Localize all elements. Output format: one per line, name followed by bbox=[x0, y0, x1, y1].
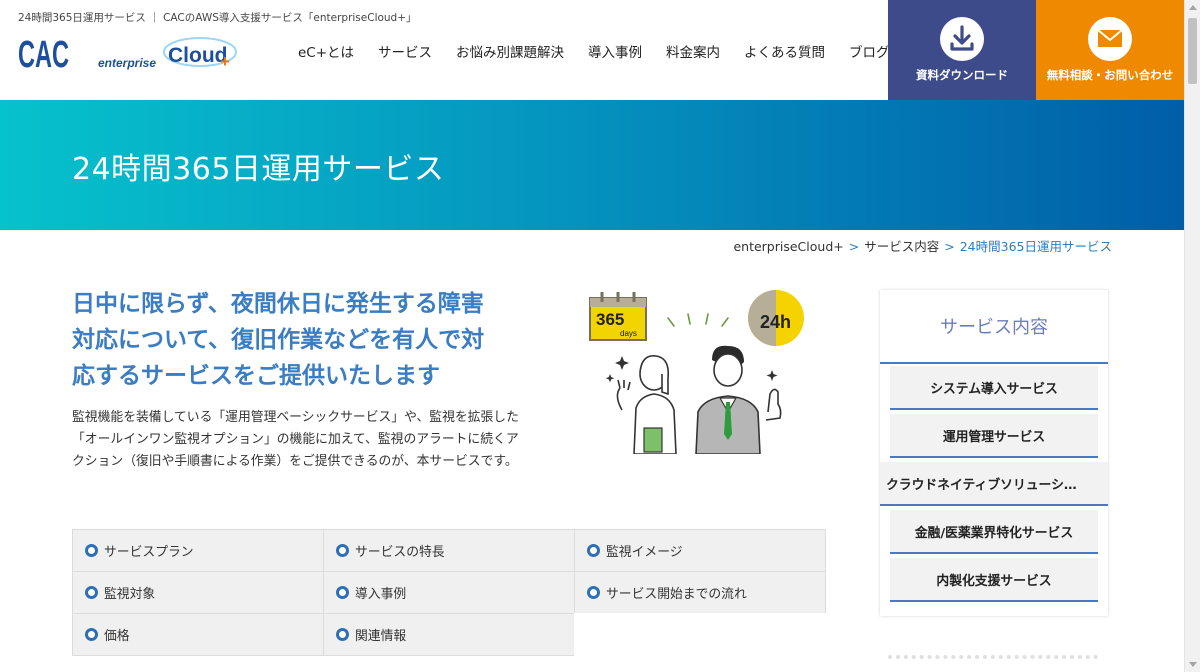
link-row: サービスプラン サービスの特長 監視イメージ bbox=[72, 529, 828, 572]
woman-figure bbox=[616, 355, 677, 454]
link-price[interactable]: 価格 bbox=[72, 613, 324, 656]
calendar-caption: days bbox=[620, 329, 637, 338]
download-label: 資料ダウンロード bbox=[916, 68, 1008, 82]
mail-icon bbox=[1088, 17, 1132, 61]
enterprise-cloud-logo[interactable]: enterprise Cloud + bbox=[96, 34, 238, 74]
link-label: 関連情報 bbox=[355, 629, 407, 644]
breadcrumb-current: 24時間365日運用サービス bbox=[959, 239, 1112, 254]
man-figure bbox=[695, 345, 782, 454]
download-button[interactable]: 資料ダウンロード bbox=[888, 0, 1036, 100]
link-label: 監視対象 bbox=[104, 587, 156, 602]
cac-logo[interactable]: CAC bbox=[18, 34, 70, 72]
sidebar-title: サービス内容 bbox=[880, 290, 1108, 364]
sparkle-lines bbox=[667, 313, 729, 327]
page-hero: 24時間365日運用サービス bbox=[0, 100, 1184, 230]
scroll-thumb[interactable] bbox=[1188, 18, 1197, 84]
sidebar-item-cloud-native[interactable]: クラウドネイティブソリューシ… bbox=[880, 462, 1108, 506]
sidebar-service-menu: サービス内容 システム導入サービス 運用管理サービス クラウドネイティブソリュー… bbox=[880, 290, 1108, 616]
link-label: 導入事例 bbox=[355, 587, 407, 602]
lead-headline-line: 応するサービスをご提供いたします bbox=[72, 363, 440, 389]
circle-bullet-icon bbox=[587, 586, 600, 599]
contact-button[interactable]: 無料相談・お問い合わせ bbox=[1036, 0, 1184, 100]
clock-24h-icon: 24h bbox=[748, 290, 804, 346]
nav-item-faq[interactable]: よくある質問 bbox=[744, 41, 825, 61]
link-label: サービスの特長 bbox=[355, 545, 445, 560]
circle-bullet-icon bbox=[336, 586, 349, 599]
link-label: 監視イメージ bbox=[606, 545, 683, 560]
sidebar-item-finance-pharma[interactable]: 金融/医薬業界特化サービス bbox=[890, 510, 1098, 554]
circle-bullet-icon bbox=[85, 544, 98, 557]
nav-item-pricing[interactable]: 料金案内 bbox=[666, 41, 720, 61]
nav-item-solutions[interactable]: お悩み別課題解決 bbox=[456, 41, 564, 61]
link-label: サービス開始までの流れ bbox=[606, 587, 747, 602]
service-illustration: 365 days 24h bbox=[589, 290, 804, 454]
lead-headline-line: 日中に限らず、夜間休日に発生する障害 bbox=[72, 291, 484, 317]
breadcrumb: enterpriseCloud+ > サービス内容 >24時間365日運用サービス bbox=[733, 236, 1112, 255]
circle-bullet-icon bbox=[336, 628, 349, 641]
lead-headline-line: 対応について、復旧作業などを有人で対 bbox=[72, 327, 485, 353]
site-tagline: 24時間365日運用サービス ｜ CACのAWS導入支援サービス「enterpr… bbox=[18, 12, 417, 24]
scroll-up-arrow-icon[interactable] bbox=[1189, 5, 1197, 10]
sidebar-item-inhouse-support[interactable]: 内製化支援サービス bbox=[890, 558, 1098, 602]
vertical-scrollbar[interactable] bbox=[1184, 0, 1200, 672]
download-icon bbox=[940, 17, 984, 61]
nav-item-cases[interactable]: 導入事例 bbox=[588, 41, 642, 61]
link-label: サービスプラン bbox=[104, 545, 194, 560]
link-cell-empty bbox=[574, 613, 826, 656]
intro-text: 監視機能を装備している「運用管理ベーシックサービス」や、監視を拡張した「オールイ… bbox=[72, 410, 519, 469]
nav-item-service[interactable]: サービス bbox=[378, 41, 432, 61]
circle-bullet-icon bbox=[587, 544, 600, 557]
calendar-number: 365 bbox=[596, 310, 624, 329]
sidebar-item-operations[interactable]: 運用管理サービス bbox=[890, 414, 1098, 458]
lead-headline: 日中に限らず、夜間休日に発生する障害 対応について、復旧作業などを有人で対 応す… bbox=[72, 286, 542, 394]
breadcrumb-item-service[interactable]: サービス内容 bbox=[864, 239, 939, 254]
link-service-plan[interactable]: サービスプラン bbox=[72, 529, 324, 572]
sparkle-icons bbox=[605, 356, 778, 383]
sidebar-item-system-intro[interactable]: システム導入サービス bbox=[890, 366, 1098, 410]
circle-bullet-icon bbox=[85, 586, 98, 599]
calendar-icon: 365 days bbox=[589, 292, 647, 341]
link-case-studies[interactable]: 導入事例 bbox=[323, 571, 575, 614]
cac-logo-text: CAC bbox=[18, 34, 69, 72]
circle-bullet-icon bbox=[85, 628, 98, 641]
link-label: 価格 bbox=[104, 629, 130, 644]
link-related-info[interactable]: 関連情報 bbox=[323, 613, 575, 656]
link-row: 監視対象 導入事例 サービス開始までの流れ bbox=[72, 571, 828, 614]
logo-enterprise-text: enterprise bbox=[98, 56, 156, 70]
global-nav: eC+とは サービス お悩み別課題解決 導入事例 料金案内 よくある質問 ブログ bbox=[298, 41, 890, 61]
breadcrumb-item-home[interactable]: enterpriseCloud+ bbox=[733, 239, 843, 254]
link-onboarding-flow[interactable]: サービス開始までの流れ bbox=[574, 571, 826, 614]
page-title: 24時間365日運用サービス bbox=[72, 152, 445, 187]
link-monitoring-image[interactable]: 監視イメージ bbox=[574, 529, 826, 572]
link-service-features[interactable]: サービスの特長 bbox=[323, 529, 575, 572]
breadcrumb-separator: > bbox=[848, 239, 860, 254]
link-monitoring-targets[interactable]: 監視対象 bbox=[72, 571, 324, 614]
breadcrumb-separator: > bbox=[944, 239, 955, 254]
circle-bullet-icon bbox=[336, 544, 349, 557]
page-section-links: サービスプラン サービスの特長 監視イメージ 監視対象 導入事例 サービス開始ま… bbox=[72, 529, 828, 656]
scroll-down-arrow-icon[interactable] bbox=[1189, 662, 1197, 667]
nav-item-blog[interactable]: ブログ bbox=[849, 41, 890, 61]
sidebar-next-box bbox=[888, 655, 1098, 672]
nav-item-about[interactable]: eC+とは bbox=[298, 41, 354, 61]
clock-label: 24h bbox=[760, 312, 791, 332]
link-row: 価格 関連情報 bbox=[72, 613, 828, 656]
logo-plus-text: + bbox=[220, 52, 230, 71]
logo-cloud-text: Cloud bbox=[168, 44, 227, 67]
contact-label: 無料相談・お問い合わせ bbox=[1046, 68, 1174, 82]
